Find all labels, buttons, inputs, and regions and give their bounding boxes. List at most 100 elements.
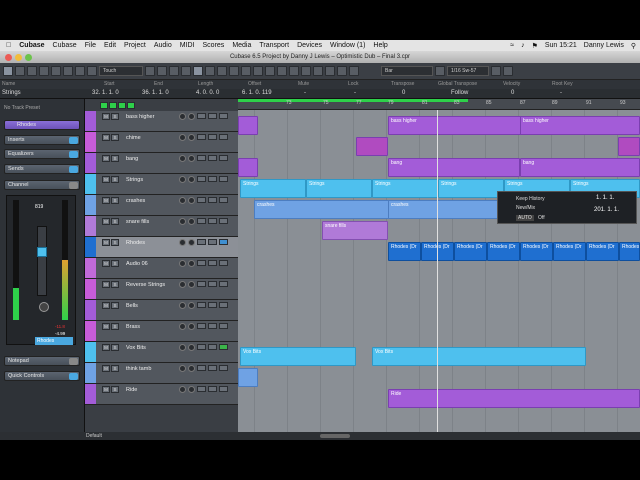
track-row[interactable]: M S Audio 06	[85, 258, 238, 279]
infoline-velocity-value[interactable]: 0	[511, 89, 514, 98]
solo-button[interactable]: S	[111, 218, 119, 225]
track-row[interactable]: M Sthink tamb	[85, 363, 238, 384]
quantize-toggle-button[interactable]	[435, 66, 445, 76]
write-button[interactable]	[208, 344, 217, 350]
infoline-global-transpose-value[interactable]: Follow	[451, 89, 468, 98]
infoline-name-value[interactable]: Strings	[2, 89, 21, 98]
read-button[interactable]	[197, 218, 206, 224]
monitor-button[interactable]	[188, 134, 195, 141]
left-locator[interactable]: 1. 1. 1.	[596, 195, 614, 201]
track-name[interactable]: crashes	[126, 198, 145, 204]
go-start-button[interactable]	[145, 66, 155, 76]
mute-button[interactable]: M	[102, 344, 110, 351]
track-color-strip[interactable]	[85, 279, 96, 299]
track-list-solo-all[interactable]	[109, 102, 117, 109]
edit-instrument-button[interactable]	[219, 134, 228, 140]
mute-button[interactable]: M	[102, 218, 110, 225]
monitor-button[interactable]	[188, 218, 195, 225]
solo-button[interactable]: S	[111, 134, 119, 141]
solo-button[interactable]: S	[111, 344, 119, 351]
track-name[interactable]: Ride	[126, 387, 137, 393]
line-tool[interactable]	[301, 66, 311, 76]
edit-instrument-button[interactable]	[219, 365, 228, 371]
mixconsole-button[interactable]	[63, 66, 73, 76]
part-bang-1[interactable]	[238, 158, 258, 177]
menu-devices[interactable]: Devices	[297, 42, 322, 49]
monitor-button[interactable]	[188, 197, 195, 204]
wifi-icon[interactable]: ≈	[510, 42, 514, 49]
channel-fader[interactable]	[37, 226, 47, 296]
read-button[interactable]	[197, 344, 206, 350]
read-button[interactable]	[197, 386, 206, 392]
minimize-window-icon[interactable]	[15, 54, 22, 61]
part-bang-2[interactable]: bang	[388, 158, 520, 177]
track-name[interactable]: Audio 06	[126, 261, 148, 267]
cycle-marker-left[interactable]	[238, 99, 468, 102]
track-row[interactable]: M Schime	[85, 132, 238, 153]
object-select-tool[interactable]	[193, 66, 203, 76]
record-enable-button[interactable]	[179, 302, 186, 309]
inspector-notepad[interactable]: Notepad	[4, 356, 80, 366]
infoline-length-value[interactable]: 4. 0. 0. 0	[196, 89, 219, 98]
edit-instrument-button[interactable]	[219, 281, 228, 287]
part-rhodes-6[interactable]: Rhodes (Dr	[553, 242, 586, 261]
track-row[interactable]: M S Rhodes	[85, 237, 238, 258]
show-overview-button[interactable]	[51, 66, 61, 76]
monitor-button[interactable]	[188, 344, 195, 351]
part-vox-bits-1[interactable]: Vox Bits	[240, 347, 356, 366]
solo-button[interactable]: S	[111, 281, 119, 288]
track-color-strip[interactable]	[85, 153, 96, 173]
write-button[interactable]	[208, 218, 217, 224]
part-bass-higher-3[interactable]: bass higher	[520, 116, 640, 135]
read-button[interactable]	[197, 260, 206, 266]
mute-button[interactable]: M	[102, 155, 110, 162]
read-button[interactable]	[197, 239, 206, 245]
write-button[interactable]	[208, 323, 217, 329]
read-button[interactable]	[197, 323, 206, 329]
part-bass-higher-2[interactable]: bass higher	[388, 116, 528, 135]
read-button[interactable]	[197, 302, 206, 308]
edit-instrument-button[interactable]	[219, 218, 228, 224]
keep-history-label[interactable]: Keep History	[516, 196, 545, 202]
part-rhodes-5[interactable]: Rhodes (Dr	[520, 242, 553, 261]
track-name[interactable]: think tamb	[126, 366, 151, 372]
record-enable-button[interactable]	[179, 197, 186, 204]
infoline-start-value[interactable]: 32. 1. 1. 0	[92, 89, 119, 98]
track-color-strip[interactable]	[85, 300, 96, 320]
infoline-lock-value[interactable]: -	[354, 89, 356, 98]
volume-icon[interactable]: ♪	[521, 42, 525, 49]
edit-instrument-button[interactable]	[219, 155, 228, 161]
monitor-button[interactable]	[188, 113, 195, 120]
solo-button[interactable]: S	[111, 155, 119, 162]
solo-button[interactable]: S	[111, 302, 119, 309]
menu-cubase[interactable]: Cubase	[53, 42, 77, 49]
show-inspector-button[interactable]	[27, 66, 37, 76]
track-name[interactable]: Strings	[126, 177, 143, 183]
part-bass-higher-1[interactable]	[238, 116, 258, 135]
mute-button[interactable]: M	[102, 260, 110, 267]
edit-instrument-button[interactable]	[219, 302, 228, 308]
record-enable-button[interactable]	[179, 344, 186, 351]
part-ride[interactable]: Ride	[388, 389, 640, 408]
solo-button[interactable]: S	[111, 323, 119, 330]
part-snare-fills[interactable]: snare fills	[322, 221, 388, 240]
part-strings-1[interactable]: Strings	[240, 179, 306, 198]
track-color-strip[interactable]	[85, 216, 96, 236]
write-button[interactable]	[208, 281, 217, 287]
stop-button[interactable]	[181, 66, 191, 76]
write-button[interactable]	[208, 134, 217, 140]
record-enable-button[interactable]	[179, 176, 186, 183]
track-row[interactable]: M Scrashes	[85, 195, 238, 216]
monitor-button[interactable]	[188, 323, 195, 330]
part-strings-4[interactable]: Strings	[438, 179, 504, 198]
read-button[interactable]	[197, 113, 206, 119]
track-name[interactable]: Bells	[126, 303, 138, 309]
track-color-strip[interactable]	[85, 321, 96, 341]
write-button[interactable]	[208, 302, 217, 308]
menu-audio[interactable]: Audio	[154, 42, 172, 49]
part-bang-3[interactable]: bang	[520, 158, 640, 177]
part-strings-2[interactable]: Strings	[306, 179, 372, 198]
automation-mode-select[interactable]: Touch	[99, 66, 143, 76]
auto-quantize-button[interactable]: AUTO	[516, 215, 534, 221]
menubar-user[interactable]: Danny Lewis	[584, 42, 624, 49]
